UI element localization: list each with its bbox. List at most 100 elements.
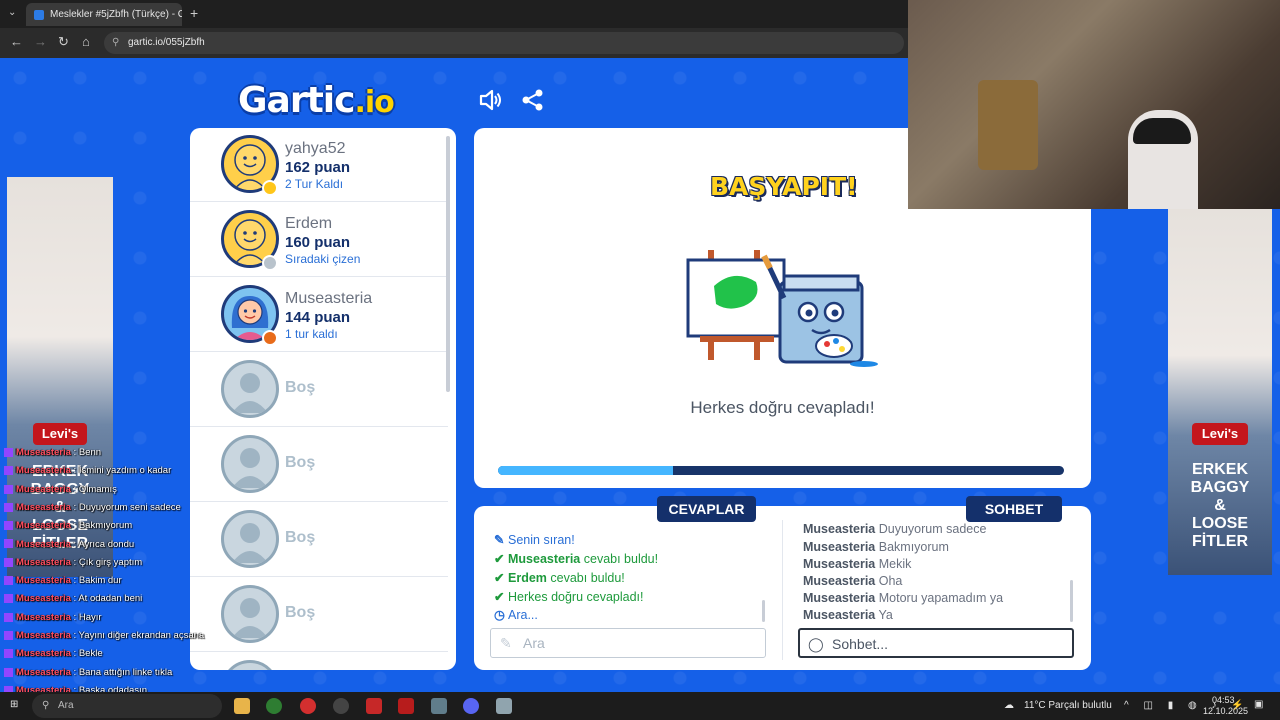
chat-input-placeholder: Sohbet... xyxy=(832,636,889,652)
chat-platform-icon xyxy=(4,649,13,659)
clock-date[interactable]: 12.10.2025 xyxy=(1203,706,1248,716)
clock-icon: ◷ xyxy=(494,608,505,622)
players-scrollbar[interactable] xyxy=(446,136,450,392)
left-ad[interactable]: Levi's ERKEK BAGGY & LOOSE FİTLER xyxy=(7,177,113,577)
stream-chat-user: Museasteria xyxy=(16,556,71,568)
chat-platform-icon xyxy=(4,502,13,512)
stream-chat-user: Museasteria xyxy=(16,593,71,605)
player-score: 160 puan xyxy=(285,234,351,251)
stream-chat-user: Museasteria xyxy=(16,447,71,458)
share-icon[interactable] xyxy=(520,87,546,113)
weather-text[interactable]: 11°C Parçalı bulutlu xyxy=(1024,700,1112,711)
answer-line: ◷ Ara... xyxy=(494,607,538,622)
app-icon-4[interactable] xyxy=(398,698,414,714)
stream-chat-text: Bana attığın linke tıkla xyxy=(78,666,173,678)
chat-platform-icon xyxy=(4,612,13,622)
pencil-icon: ✎ xyxy=(500,635,512,651)
poster-image xyxy=(978,80,1038,170)
chat-platform-icon xyxy=(4,539,13,549)
chat-scrollbar[interactable] xyxy=(1070,580,1073,622)
tab-chat[interactable]: SOHBET xyxy=(966,496,1062,522)
back-icon[interactable]: ← xyxy=(10,34,23,49)
chat-text: Bakmıyorum xyxy=(878,540,949,554)
answer-text: cevabı buldu! xyxy=(583,552,659,566)
app-icon-3[interactable] xyxy=(366,698,382,714)
check-icon: ✔ xyxy=(494,552,505,566)
stream-chat-text: Çık girş yaptım xyxy=(78,556,143,568)
stream-chat-message: Museasteria : Bekle xyxy=(4,648,103,659)
search-icon: ⚲ xyxy=(42,700,50,711)
stream-chat-message: Museasteria : Bana attığın linke tıkla xyxy=(4,667,172,678)
tab-menu-icon[interactable]: ⌄ xyxy=(8,7,16,18)
stream-chat-text: At odadan beni xyxy=(78,593,143,605)
stream-chat-user: Museasteria xyxy=(16,501,71,513)
taskbar: ⊞ ⚲ Ara ☁ 11°C Parçalı bulutlu ^ ◫ ▮ ◍ ♪… xyxy=(0,692,1280,720)
right-ad[interactable]: Levi's ERKEK BAGGY & LOOSE FİTLER xyxy=(1168,209,1272,575)
taskbar-search-placeholder: Ara xyxy=(58,700,74,711)
chat-line: Museasteria Motoru yapamadım ya xyxy=(803,591,1003,605)
empty-slot xyxy=(190,653,448,670)
chat-platform-icon xyxy=(4,484,13,494)
taskbar-search[interactable]: ⚲ Ara xyxy=(32,694,222,718)
reload-icon[interactable]: ↻ xyxy=(58,34,69,50)
headphones-image xyxy=(1133,118,1191,144)
status-badge xyxy=(262,255,278,271)
empty-slot-label: Boş xyxy=(285,604,316,621)
app-icon-1[interactable] xyxy=(300,698,316,714)
stream-chat-text: Bakmıyorum xyxy=(78,520,133,532)
clock-time[interactable]: 04:53 xyxy=(1212,695,1235,705)
empty-avatar-icon xyxy=(232,448,268,488)
url-field[interactable]: ⚲ gartic.io/055jZbfh xyxy=(104,32,904,54)
player-row[interactable]: Museasteria 144 puan 1 tur kaldı xyxy=(190,278,448,352)
chat-platform-icon xyxy=(4,521,13,531)
masterpiece-title: BAŞYAPIT! xyxy=(710,172,858,201)
answer-line: ✔ Herkes doğru cevapladı! xyxy=(494,589,644,604)
stream-chat-user: Museasteria xyxy=(16,520,71,532)
player-row[interactable]: yahya52 162 puan 2 Tur Kaldı xyxy=(190,128,448,202)
file-explorer-icon[interactable] xyxy=(234,698,250,714)
new-tab-icon[interactable]: + xyxy=(190,5,198,21)
notepad-icon[interactable] xyxy=(496,698,512,714)
avatar xyxy=(221,660,279,670)
home-icon[interactable]: ⌂ xyxy=(82,34,90,49)
answers-scrollbar[interactable] xyxy=(762,600,765,622)
app-icon-2[interactable] xyxy=(333,698,349,714)
answer-text: Ara... xyxy=(508,608,538,622)
chat-input[interactable]: ◯ Sohbet... xyxy=(798,628,1074,658)
forward-icon[interactable]: → xyxy=(34,34,47,49)
webcam-overlay xyxy=(908,0,1280,209)
answer-user: Erdem xyxy=(508,571,547,585)
answer-line: ✔ Erdem cevabı buldu! xyxy=(494,570,625,585)
site-info-icon[interactable]: ⚲ xyxy=(112,32,119,54)
player-status: 2 Tur Kaldı xyxy=(285,177,344,191)
stream-chat-text: İsmini yazdım o kadar xyxy=(78,465,172,477)
start-icon[interactable]: ⊞ xyxy=(10,699,18,710)
app-icon-5[interactable] xyxy=(431,698,447,714)
tab-favicon-icon xyxy=(34,9,44,20)
chat-platform-icon xyxy=(4,576,13,586)
ad-brand: Levi's xyxy=(33,423,87,445)
discord-icon[interactable] xyxy=(463,698,479,714)
sound-icon[interactable] xyxy=(478,87,504,113)
webcam-background xyxy=(908,0,1280,209)
chat-platform-icon xyxy=(4,557,13,567)
chat-text: Mekik xyxy=(878,557,912,571)
tab-answers[interactable]: CEVAPLAR xyxy=(657,496,756,522)
chat-platform-icon xyxy=(4,667,13,677)
ad-brand: Levi's xyxy=(1192,423,1248,445)
answer-input[interactable]: ✎ Ara xyxy=(490,628,766,658)
empty-slot: Boş xyxy=(190,353,448,427)
chat-platform-icon xyxy=(4,466,13,476)
player-name: Erdem xyxy=(285,215,333,232)
stream-chat-user: Museasteria xyxy=(16,483,71,495)
notification-icon[interactable]: ▣ xyxy=(1254,699,1263,710)
browser-tab[interactable]: Meslekler #5jZbfh (Türkçe) - Ga ✕ xyxy=(26,3,182,26)
chrome-icon[interactable] xyxy=(266,698,282,714)
player-row[interactable]: Erdem 160 puan Sıradaki çizen xyxy=(190,203,448,277)
chat-text: Ya xyxy=(878,608,893,622)
answer-text: Senin sıran! xyxy=(508,533,575,547)
player-score: 144 puan xyxy=(285,309,351,326)
chat-platform-icon xyxy=(4,630,13,640)
empty-slot: Boş xyxy=(190,428,448,502)
answer-text: cevabı buldu! xyxy=(550,571,625,585)
